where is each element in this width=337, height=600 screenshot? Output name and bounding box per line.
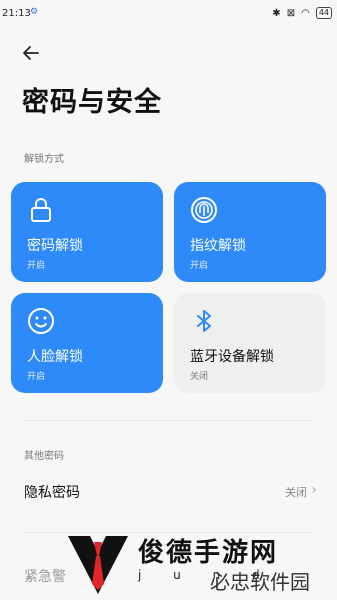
battery-icon: 44 [315,7,332,19]
sim-status-icon: ⊠ [286,7,296,19]
watermark-title: 俊德手游网 [138,538,279,568]
watermark-small-text: 必忠软件园 [210,570,310,594]
watermark-logo-icon [68,536,128,594]
wifi-status-icon: ◠ [301,7,310,19]
card-state: 开启 [190,261,209,271]
section-label-unlock: 解锁方式 [24,154,64,165]
face-icon [28,308,54,334]
page-title: 密码与安全 [22,87,162,118]
fingerprint-icon [191,197,217,223]
section-label-other: 其他密码 [24,451,64,462]
bluetooth-status-icon: ✱ [272,7,281,19]
privacy-password-row[interactable]: 隐私密码 关闭 › [0,470,337,514]
card-state: 开启 [27,261,46,271]
emergency-label: 紧急警 [24,569,66,585]
status-time: 21:13 [2,8,31,19]
chevron-right-icon: › [311,482,317,498]
fingerprint-unlock-card[interactable]: 指纹解锁 开启 [174,182,326,282]
divider [24,420,313,421]
bluetooth-icon [197,310,211,332]
privacy-password-label: 隐私密码 [24,485,80,501]
card-state: 关闭 [190,372,209,382]
privacy-password-value: 关闭 [285,486,307,499]
settings-indicator-icon: ⚙ [30,7,39,17]
status-bar: 21:13 ⚙ ✱ ⊠ ◠ 44 [0,0,337,28]
back-arrow-icon[interactable] [20,42,42,64]
card-label: 指纹解锁 [190,238,246,254]
card-label: 人脸解锁 [27,349,83,365]
card-label: 密码解锁 [27,238,83,254]
watermark: 俊德手游网 j u n d 必忠软件园 [68,528,337,600]
face-unlock-card[interactable]: 人脸解锁 开启 [11,293,163,393]
lock-icon [31,198,51,222]
status-icons: ✱ ⊠ ◠ 44 [272,7,332,19]
bluetooth-unlock-card[interactable]: 蓝牙设备解锁 关闭 [174,293,326,393]
password-unlock-card[interactable]: 密码解锁 开启 [11,182,163,282]
card-label: 蓝牙设备解锁 [190,349,274,365]
card-state: 开启 [27,372,46,382]
